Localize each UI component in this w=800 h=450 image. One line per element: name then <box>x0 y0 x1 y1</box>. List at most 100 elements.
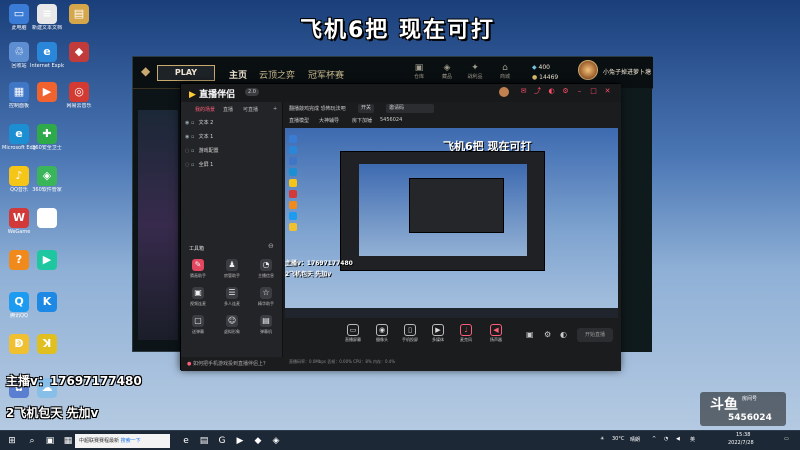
skin-icon[interactable]: ◐ <box>547 87 556 96</box>
loot-button[interactable]: ◈ 藏品 <box>437 63 457 80</box>
add-scene-icon[interactable]: + <box>273 106 277 112</box>
invite-code-field[interactable]: 邀请码 <box>386 104 434 113</box>
scene-item[interactable]: ◉ ▫ 文本 2 <box>185 118 281 129</box>
tool-item[interactable]: ▤ 弹幕机 <box>251 315 281 335</box>
draw-guess-icon: ✎ <box>192 259 204 271</box>
control-label: 多媒体 <box>432 337 444 342</box>
notification-icon[interactable]: ▭ <box>784 436 789 442</box>
weather-icon[interactable]: ☀ <box>600 436 604 442</box>
store-button[interactable]: ⌂ 商城 <box>495 63 515 80</box>
tool-item[interactable]: ▢ 送弹幕 <box>183 315 213 335</box>
search-icon[interactable]: ⌕ <box>26 435 38 447</box>
multimedia-button[interactable]: ▶ 多媒体 <box>424 324 452 343</box>
clock-time[interactable]: 15:38 <box>736 432 750 438</box>
tab-live[interactable]: 直播 <box>223 106 233 113</box>
microphone-button[interactable]: ♩ 麦克风 <box>452 324 480 343</box>
taskbar-search-text: 中超联赛赛程最新 <box>79 438 120 444</box>
screen-capture-button[interactable]: ▭ 直播屏幕 <box>339 324 367 343</box>
stream-app-taskbar-icon[interactable]: ▶ <box>234 435 246 447</box>
switch-field[interactable]: 开关 <box>358 104 375 113</box>
speaker-icon: ◀ <box>490 324 502 336</box>
desktop-icon[interactable]: ✚ 360安全卫士 <box>30 124 64 151</box>
volume-icon[interactable]: ◀ <box>676 436 680 442</box>
tab-my-scenes[interactable]: 我的场景 <box>195 106 215 113</box>
message-icon[interactable]: ✉ <box>519 87 528 96</box>
desktop-icon[interactable]: ≡ 新建文本文档 <box>30 4 64 31</box>
tool-item[interactable]: ♟ 房管助手 <box>217 259 247 279</box>
network-icon[interactable]: ◔ <box>664 436 668 442</box>
ime-indicator[interactable]: 英 <box>690 436 695 443</box>
preview-nested-desktop <box>359 164 527 256</box>
minimize-icon[interactable]: – <box>575 87 584 96</box>
record-icon[interactable]: ▣ <box>526 330 534 339</box>
tool-item[interactable]: ☰ 多人连麦 <box>217 287 247 307</box>
desktop-app-icon: ꓘ <box>37 334 57 354</box>
desktop-icon[interactable]: ▶ <box>30 82 64 103</box>
desktop-icon[interactable]: ◆ <box>62 42 96 63</box>
desktop-icon[interactable]: ▤ <box>62 4 96 25</box>
live-model-label[interactable]: 直播模型 <box>289 117 309 124</box>
maximize-icon[interactable]: □ <box>589 87 598 96</box>
desktop-icon[interactable]: ꓘ <box>30 334 64 355</box>
app-taskbar-icon[interactable]: ◆ <box>252 435 264 447</box>
windows-start-icon[interactable]: ⊞ <box>6 435 18 447</box>
taskbar-search-box[interactable]: 中超联赛赛程最新 搜索一下 <box>75 434 170 448</box>
league-icon[interactable]: G <box>216 435 228 447</box>
stream-user-avatar[interactable] <box>499 87 509 97</box>
lock-icon[interactable]: ▫ <box>191 132 197 143</box>
tool-item[interactable]: ◔ 主播信息 <box>251 259 281 279</box>
phone-cast-hint[interactable]: ● 如何把手机游戏投到直播伴侣上？ <box>181 357 283 371</box>
player-avatar[interactable] <box>578 60 598 80</box>
speaker-button[interactable]: ◀ 扬声器 <box>482 324 510 343</box>
play-button[interactable]: PLAY <box>157 65 215 81</box>
close-icon[interactable]: ✕ <box>603 87 612 96</box>
share-icon[interactable]: ⤴ <box>533 87 542 96</box>
clock-date[interactable]: 2022/7/28 <box>728 440 754 446</box>
collection-button[interactable]: ▣ 仓库 <box>409 63 429 80</box>
phone-cast-button[interactable]: ▯ 手机投屏 <box>396 324 424 343</box>
tool-item[interactable]: ☺ 虚拟形象 <box>217 315 247 335</box>
stream-app-titlebar: ▶ 直播伴侣 2.0 ✉ ⤴ ◐ ⚙ – □ ✕ <box>181 84 621 102</box>
settings-icon[interactable]: ⚙ <box>561 87 570 96</box>
tool-item[interactable]: ✎ 猜画助手 <box>183 259 213 279</box>
store-icon: ⌂ <box>502 63 508 73</box>
edge-icon[interactable]: e <box>180 435 192 447</box>
toolbox-collapse-icon[interactable]: ⊖ <box>268 242 274 250</box>
tool-label: 猜画助手 <box>190 273 206 278</box>
task-view-icon[interactable]: ▣ <box>44 435 56 447</box>
riot-points-amount: ● 14469 <box>532 74 558 81</box>
scene-item[interactable]: ◌ ▫ 全屏 1 <box>185 160 281 171</box>
crafting-button[interactable]: ✦ 战利品 <box>465 63 485 80</box>
desktop-icon[interactable]: ◎ 网易云音乐 <box>62 82 96 109</box>
desktop-icon[interactable]: ◐ <box>30 208 64 229</box>
stream-more-icon[interactable]: ◐ <box>560 330 567 339</box>
lock-icon[interactable]: ▫ <box>191 160 197 171</box>
scene-item[interactable]: ◌ ▫ 游戏配置 <box>185 146 281 157</box>
tray-arrow-icon[interactable]: ^ <box>652 436 656 442</box>
stream-preview[interactable]: 飞机6把 现在可打 主播v：17697177480 2飞机包天 先加v <box>285 128 618 318</box>
lock-icon[interactable]: ▫ <box>191 118 197 129</box>
mentor-label[interactable]: 大神辅导 <box>319 117 339 124</box>
desktop-icon[interactable]: eInternet Explorer <box>30 42 64 69</box>
nav-tft[interactable]: 云顶之弈 <box>259 68 295 81</box>
crafting-label: 战利品 <box>467 74 483 80</box>
widgets-icon[interactable]: ▦ <box>62 435 74 447</box>
desktop-icon[interactable]: K <box>30 292 64 313</box>
explorer-icon[interactable]: ▤ <box>198 435 210 447</box>
stream-settings-icon[interactable]: ⚙ <box>544 330 551 339</box>
collection-icon: ▣ <box>414 63 424 73</box>
nav-home[interactable]: 主页 <box>229 68 247 81</box>
tool-item[interactable]: ▣ 视频连麦 <box>183 287 213 307</box>
app-taskbar-icon-2[interactable]: ◈ <box>270 435 282 447</box>
tab-available[interactable]: 可直播 <box>243 106 258 113</box>
nav-clash[interactable]: 冠军杯赛 <box>308 68 344 81</box>
tool-item[interactable]: ☆ 精华助手 <box>251 287 281 307</box>
lock-icon[interactable]: ▫ <box>191 146 197 157</box>
stream-app-logo-icon: ▶ <box>189 90 200 100</box>
scene-item[interactable]: ◉ ▫ 文本 1 <box>185 132 281 143</box>
desktop-app-icon: ✚ <box>37 124 57 144</box>
start-stream-button[interactable]: 开始直播 <box>577 328 613 342</box>
desktop-icon[interactable]: ◈ 360软件管家 <box>30 166 64 193</box>
desktop-icon[interactable]: ▶ <box>30 250 64 271</box>
camera-button[interactable]: ◉ 摄像头 <box>368 324 396 343</box>
